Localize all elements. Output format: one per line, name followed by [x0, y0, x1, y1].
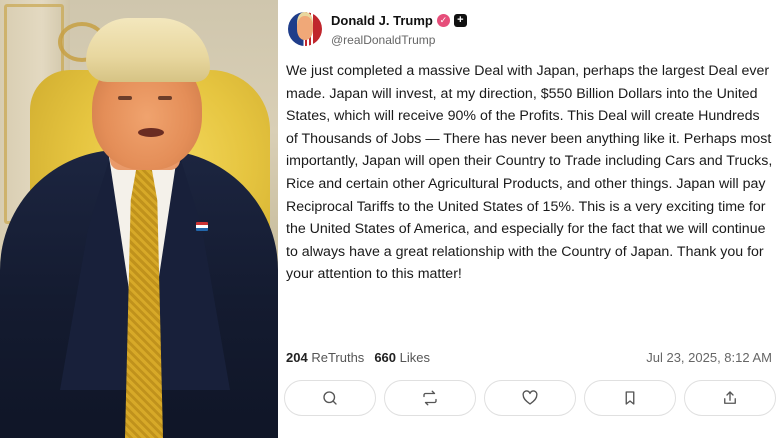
likes-stat[interactable]: 660 Likes	[374, 350, 430, 365]
like-icon	[522, 390, 538, 405]
retruths-stat[interactable]: 204 ReTruths	[286, 350, 364, 365]
author-name[interactable]: Donald J. Trump	[331, 13, 433, 28]
avatar[interactable]	[288, 12, 322, 46]
gold-tie	[125, 168, 163, 438]
share-button[interactable]	[684, 380, 776, 416]
author-handle[interactable]: @realDonaldTrump	[331, 33, 435, 47]
retruths-count: 204	[286, 350, 308, 365]
flag-pin	[196, 222, 208, 231]
post-text: We just completed a massive Deal with Ja…	[286, 63, 773, 283]
action-bar	[284, 380, 776, 418]
likes-count: 660	[374, 350, 397, 365]
post-stats: 204 ReTruths 660 Likes	[286, 350, 430, 365]
author-name-row[interactable]: Donald J. Trump ✓ +	[331, 13, 467, 28]
retruth-button[interactable]	[384, 380, 476, 416]
verified-badge-icon: ✓	[436, 14, 450, 27]
plus-badge-icon: +	[453, 14, 467, 27]
truth-post: Donald J. Trump ✓ + @realDonaldTrump We …	[278, 0, 780, 438]
avatar-head	[297, 16, 313, 40]
mouth	[138, 128, 164, 137]
retruth-icon	[423, 390, 437, 406]
retruths-label: ReTruths	[311, 350, 365, 365]
reply-button[interactable]	[284, 380, 376, 416]
bookmark-icon	[625, 391, 635, 405]
like-button[interactable]	[484, 380, 576, 416]
reply-icon	[323, 391, 337, 405]
right-eye	[158, 96, 172, 100]
left-eye	[118, 96, 132, 100]
share-icon	[724, 391, 736, 404]
post-timestamp[interactable]: Jul 23, 2025, 8:12 AM	[646, 350, 772, 365]
bookmark-button[interactable]	[584, 380, 676, 416]
speaker-photo	[0, 0, 278, 438]
hair	[86, 18, 210, 82]
likes-label: Likes	[399, 350, 430, 365]
